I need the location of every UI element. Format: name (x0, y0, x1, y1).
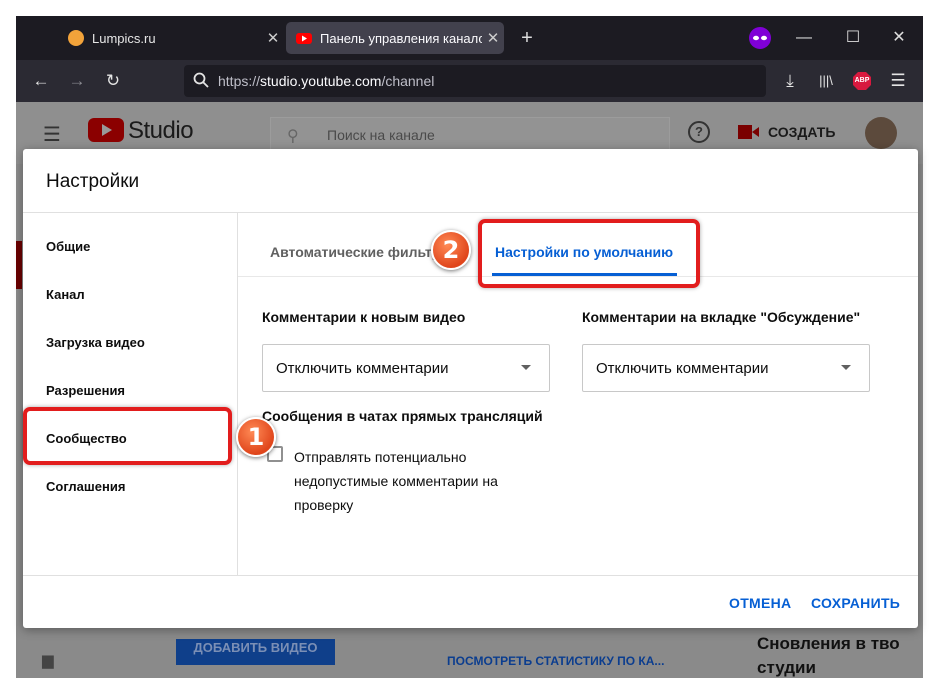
hold-for-review-label[interactable]: Отправлять потенциально недопустимые ком… (294, 445, 554, 517)
new-video-comments-select[interactable]: Отключить комментарии (262, 344, 550, 392)
cancel-button[interactable]: ОТМЕНА (729, 595, 791, 611)
bg-news-line2: студии (757, 658, 816, 677)
adblock-icon[interactable]: ABP (850, 69, 874, 93)
forward-icon[interactable]: → (65, 69, 89, 93)
dropdown-caret-icon (521, 365, 531, 370)
add-video-button[interactable]: ДОБАВИТЬ ВИДЕО (176, 639, 335, 665)
sidebar-item-permissions[interactable]: Разрешения (46, 383, 125, 398)
maximize-icon[interactable]: ☐ (841, 26, 865, 50)
tab-automated-filters[interactable]: Автоматические фильтры (270, 244, 436, 260)
screenshot-frame: Lumpics.ru ✕ Панель управления каналом ✕… (0, 0, 939, 693)
hamburger-icon[interactable]: ☰ (43, 122, 61, 147)
lumpics-favicon (68, 30, 84, 46)
divider (23, 575, 918, 576)
tab-lumpics[interactable]: Lumpics.ru ✕ (58, 22, 284, 54)
select-value: Отключить комментарии (596, 359, 769, 377)
youtube-logo-icon[interactable] (88, 117, 124, 148)
sidebar-item-upload-defaults[interactable]: Загрузка видео (46, 335, 145, 350)
search-icon: ⚲ (287, 128, 299, 145)
url-path: /channel (381, 73, 435, 89)
new-video-comments-label: Комментарии к новым видео (262, 309, 466, 325)
url-scheme: https:// (218, 73, 261, 89)
tab-title: Lumpics.ru (92, 30, 156, 46)
step-badge-1: 1 (236, 417, 276, 457)
navigation-bar: ← → ↻ https://studio.youtube.com/channel… (16, 60, 923, 102)
adblock-label: ABP (854, 77, 870, 84)
reload-icon[interactable]: ↻ (101, 69, 125, 93)
divider (23, 212, 918, 213)
avatar[interactable] (865, 117, 897, 149)
studio-search-box[interactable]: ⚲ Поиск на канале (270, 117, 670, 151)
address-bar[interactable]: https://studio.youtube.com/channel (184, 65, 766, 97)
highlight-defaults-tab (478, 219, 700, 288)
tab-title: Панель управления каналом (320, 30, 482, 46)
discussion-comments-label: Комментарии на вкладке "Обсуждение" (582, 309, 861, 325)
search-icon (184, 72, 218, 91)
menu-icon[interactable]: ☰ (886, 69, 910, 93)
studio-logo-text: Studio (128, 117, 194, 144)
save-button[interactable]: СОХРАНИТЬ (811, 595, 900, 611)
download-icon[interactable]: ⤓ (778, 69, 802, 93)
view-stats-link[interactable]: ПОСМОТРЕТЬ СТАТИСТИКУ ПО КА... (447, 654, 664, 668)
discussion-comments-select[interactable]: Отключить комментарии (582, 344, 870, 392)
studio-search-placeholder: Поиск на канале (327, 127, 435, 143)
back-icon[interactable]: ← (29, 69, 53, 93)
tab-youtube-studio[interactable]: Панель управления каналом ✕ (286, 22, 504, 54)
settings-dialog: Настройки Общие Канал Загрузка видео Раз… (23, 149, 918, 628)
library-icon[interactable]: |||\ (814, 69, 838, 93)
close-window-icon[interactable]: ✕ (887, 26, 911, 50)
feedback-icon[interactable]: ▆ (42, 651, 54, 669)
bg-news-line1: Сновления в тво (757, 634, 900, 653)
help-icon[interactable]: ? (688, 121, 710, 143)
sidebar-item-channel[interactable]: Канал (46, 287, 85, 302)
sidebar-active-marker (16, 241, 22, 289)
highlight-community (23, 407, 232, 465)
tab-bar: Lumpics.ru ✕ Панель управления каналом ✕… (16, 16, 923, 60)
step-badge-2: 2 (431, 230, 471, 270)
minimize-icon[interactable]: — (792, 26, 816, 50)
dropdown-caret-icon (841, 365, 851, 370)
sidebar-item-general[interactable]: Общие (46, 239, 90, 254)
close-tab-icon[interactable]: ✕ (482, 29, 504, 47)
sidebar-item-agreements[interactable]: Соглашения (46, 479, 125, 494)
new-tab-icon[interactable]: + (515, 26, 539, 50)
live-chat-label: Сообщения в чатах прямых трансляций (262, 408, 543, 424)
create-button[interactable]: СОЗДАТЬ (768, 124, 835, 140)
create-video-icon[interactable] (738, 123, 760, 146)
close-tab-icon[interactable]: ✕ (262, 29, 284, 47)
private-mode-icon[interactable] (748, 26, 772, 50)
select-value: Отключить комментарии (276, 359, 449, 377)
dialog-title: Настройки (46, 171, 140, 192)
sidebar-divider (237, 213, 238, 575)
youtube-favicon (296, 30, 312, 46)
url-host: studio.youtube.com (260, 73, 382, 89)
